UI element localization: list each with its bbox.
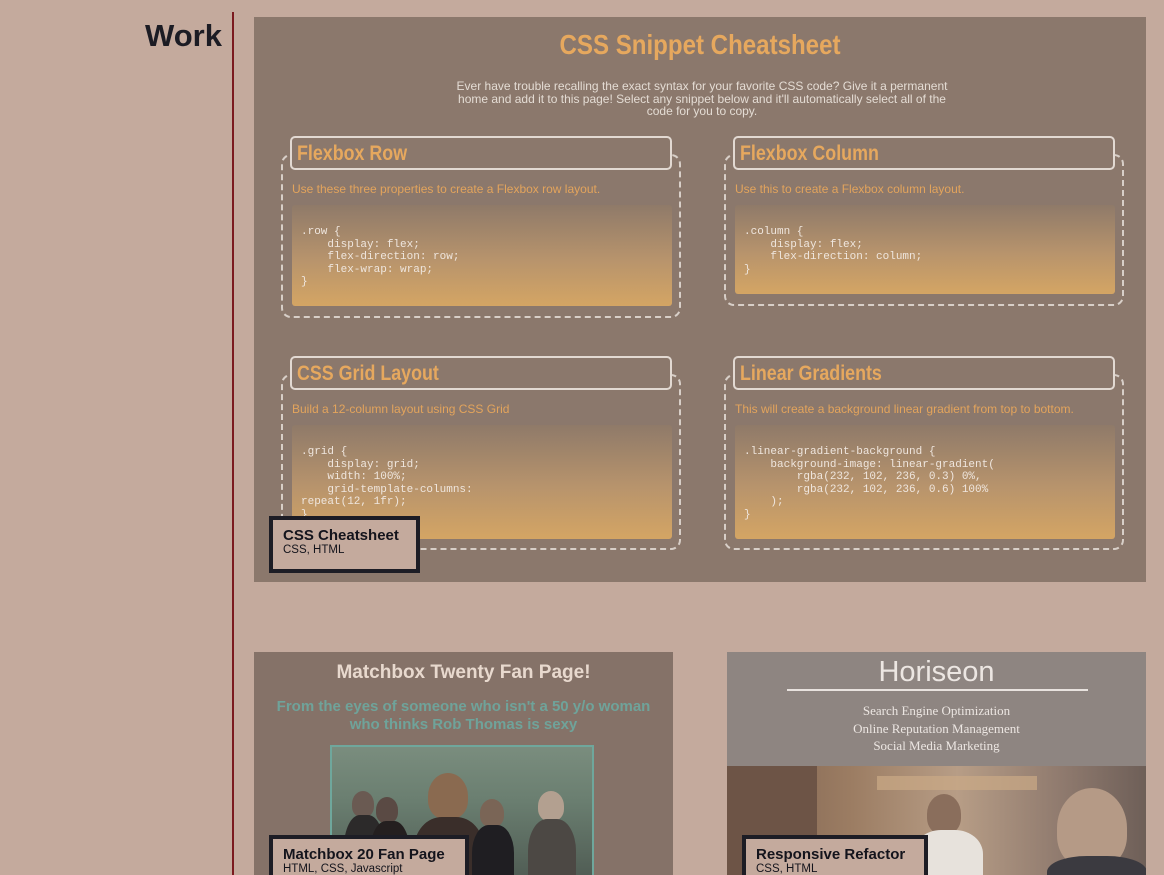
project-tech: CSS, HTML [283, 544, 345, 556]
snippet-description: Use these three properties to create a F… [292, 182, 601, 196]
snippet-description: This will create a background linear gra… [735, 402, 1074, 416]
project-title: Matchbox 20 Fan Page [283, 846, 445, 863]
snippet-code: .column { display: flex; flex-direction:… [744, 226, 923, 276]
snippet-title: Flexbox Column [740, 142, 879, 165]
project-label-responsive-refactor[interactable]: Responsive Refactor CSS, HTML [742, 835, 928, 875]
preview-heading: CSS Snippet Cheatsheet [559, 29, 841, 60]
snippet-flexbox-column[interactable]: Flexbox Column Use this to create a Flex… [724, 136, 1124, 308]
project-label-css-cheatsheet[interactable]: CSS Cheatsheet CSS, HTML [269, 516, 420, 573]
section-title: Work [145, 18, 222, 53]
snippet-flexbox-row[interactable]: Flexbox Row Use these three properties t… [281, 136, 681, 320]
preview-subheading: From the eyes of someone who isn't a 50 … [276, 698, 651, 733]
preview-divider [787, 689, 1088, 691]
snippet-code-block[interactable]: .linear-gradient-background { background… [735, 425, 1115, 539]
preview-heading: Horiseon [878, 656, 995, 688]
snippet-code: .grid { display: grid; width: 100%; grid… [301, 446, 473, 521]
project-card-css-cheatsheet[interactable]: CSS Snippet Cheatsheet Ever have trouble… [254, 17, 1146, 582]
snippet-code: .linear-gradient-background { background… [744, 446, 995, 521]
section-divider [232, 12, 234, 875]
snippet-linear-gradients[interactable]: Linear Gradients This will create a back… [724, 356, 1124, 552]
preview-nav-link: Online Reputation Management [853, 720, 1020, 736]
snippet-title: Flexbox Row [297, 142, 408, 165]
snippet-code: .row { display: flex; flex-direction: ro… [301, 226, 460, 289]
snippet-description: Use this to create a Flexbox column layo… [735, 182, 965, 196]
project-tech: CSS, HTML [756, 863, 818, 875]
project-tech: HTML, CSS, Javascript [283, 863, 403, 875]
snippet-title: CSS Grid Layout [297, 362, 439, 385]
snippet-code-block[interactable]: .row { display: flex; flex-direction: ro… [292, 205, 672, 306]
snippet-code-block[interactable]: .column { display: flex; flex-direction:… [735, 205, 1115, 294]
snippet-description: Build a 12-column layout using CSS Grid [292, 402, 510, 416]
project-title: CSS Cheatsheet [283, 527, 399, 544]
project-title: Responsive Refactor [756, 846, 906, 863]
preview-nav-link: Search Engine Optimization [862, 703, 1011, 718]
project-label-matchbox[interactable]: Matchbox 20 Fan Page HTML, CSS, Javascri… [269, 835, 469, 875]
preview-heading: Matchbox Twenty Fan Page! [336, 662, 591, 683]
snippet-title: Linear Gradients [740, 362, 882, 385]
preview-nav: Search Engine Optimization Online Reputa… [727, 702, 1146, 755]
preview-intro: Ever have trouble recalling the exact sy… [456, 79, 948, 118]
preview-nav-link: Social Media Marketing [873, 738, 1000, 753]
